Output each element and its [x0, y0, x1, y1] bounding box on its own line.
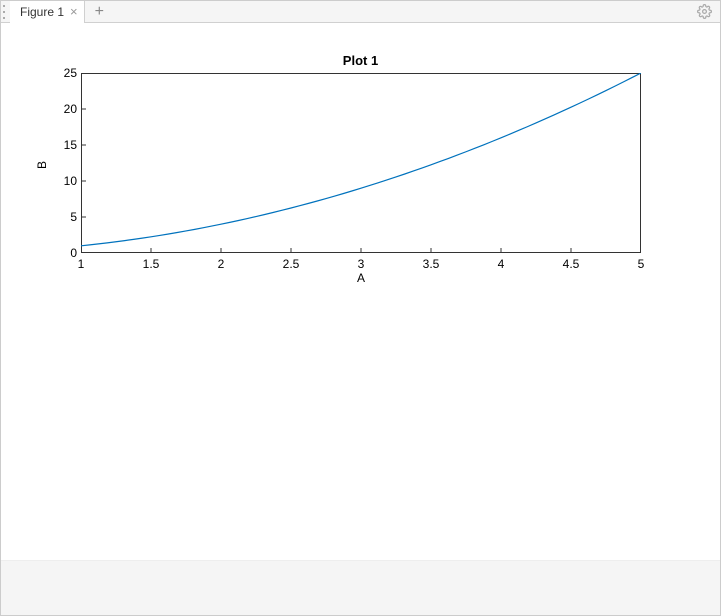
gear-icon[interactable]	[697, 4, 712, 22]
tab-label: Figure 1	[20, 5, 64, 19]
x-tick-label: 2.5	[276, 257, 306, 271]
y-tick-label: 5	[51, 210, 77, 224]
close-icon[interactable]: ×	[70, 5, 78, 18]
y-tick-label: 15	[51, 138, 77, 152]
y-tick-label: 20	[51, 102, 77, 116]
tab-bar: Figure 1 × +	[1, 1, 720, 23]
figure-area: Plot 1 B A 0510152025 11.522.533.544.55	[1, 23, 720, 560]
new-tab-button[interactable]: +	[85, 4, 114, 20]
x-axis-label: A	[81, 271, 641, 285]
x-tick-label: 5	[626, 257, 656, 271]
y-tick-label: 10	[51, 174, 77, 188]
x-tick-label: 4	[486, 257, 516, 271]
x-tick-label: 1	[66, 257, 96, 271]
x-tick-label: 1.5	[136, 257, 166, 271]
x-tick-label: 3	[346, 257, 376, 271]
status-bar	[1, 560, 720, 615]
x-tick-label: 2	[206, 257, 236, 271]
drag-handle-icon[interactable]	[3, 5, 10, 19]
y-tick-label: 25	[51, 66, 77, 80]
tab-figure-1[interactable]: Figure 1 ×	[10, 1, 85, 23]
x-tick-label: 4.5	[556, 257, 586, 271]
chart-title: Plot 1	[1, 53, 720, 68]
y-axis-label: B	[35, 161, 49, 169]
plot-axes[interactable]	[81, 73, 641, 253]
x-tick-label: 3.5	[416, 257, 446, 271]
